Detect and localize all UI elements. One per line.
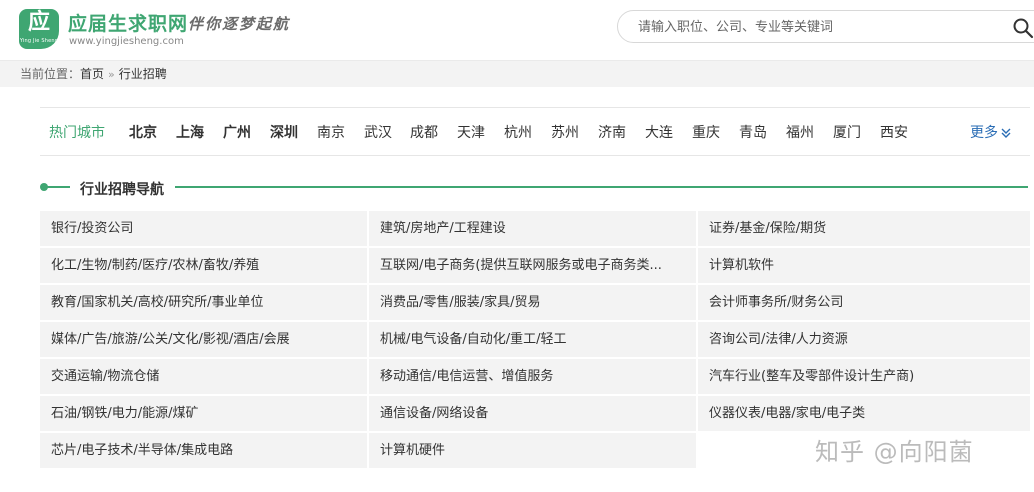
city-link[interactable]: 南京 <box>317 122 345 142</box>
logo-glyph: 应 <box>27 10 50 35</box>
city-link[interactable]: 苏州 <box>551 122 579 142</box>
logo-icon[interactable]: 应 Ying Jie Sheng <box>19 9 59 49</box>
city-link[interactable]: 广州 <box>223 122 251 142</box>
industry-link[interactable]: 互联网/电子商务(提供互联网服务或电子商务类... <box>369 248 696 283</box>
city-link[interactable]: 青岛 <box>739 122 767 142</box>
section-heading-rule-left <box>46 186 70 188</box>
city-link[interactable]: 杭州 <box>504 122 532 142</box>
city-link[interactable]: 上海 <box>176 122 204 142</box>
industry-link[interactable]: 咨询公司/法律/人力资源 <box>698 322 1030 357</box>
breadcrumb-home-link[interactable]: 首页 <box>80 61 104 88</box>
search-input[interactable] <box>638 17 998 37</box>
section-title: 行业招聘导航 <box>80 182 164 198</box>
industry-link[interactable]: 消费品/零售/服装/家具/贸易 <box>369 285 696 320</box>
industry-link[interactable]: 汽车行业(整车及零部件设计生产商) <box>698 359 1030 394</box>
city-link[interactable]: 西安 <box>880 122 908 142</box>
industry-link[interactable]: 机械/电气设备/自动化/重工/轻工 <box>369 322 696 357</box>
industry-link[interactable]: 移动通信/电信运营、增值服务 <box>369 359 696 394</box>
hot-cities-title: 热门城市 <box>49 125 105 141</box>
hot-cities-bar: 热门城市 北京 上海 广州 深圳 南京 武汉 成都 天津 杭州 苏州 济南 大连… <box>40 107 1030 156</box>
industry-link[interactable]: 计算机软件 <box>698 248 1030 283</box>
search-box <box>617 10 1034 43</box>
industry-link[interactable]: 教育/国家机关/高校/研究所/事业单位 <box>40 285 367 320</box>
industry-link[interactable]: 仪器仪表/电器/家电/电子类 <box>698 396 1030 431</box>
industry-link[interactable]: 计算机硬件 <box>369 433 696 468</box>
city-link[interactable]: 济南 <box>598 122 626 142</box>
logo-name[interactable]: 应届生求职网 <box>68 9 188 36</box>
industry-link[interactable]: 媒体/广告/旅游/公关/文化/影视/酒店/会展 <box>40 322 367 357</box>
city-link[interactable]: 深圳 <box>270 122 298 142</box>
industry-link[interactable]: 银行/投资公司 <box>40 211 367 246</box>
industry-link[interactable]: 交通运输/物流仓储 <box>40 359 367 394</box>
industry-link[interactable]: 石油/钢铁/电力/能源/煤矿 <box>40 396 367 431</box>
site-header: 应 Ying Jie Sheng 应届生求职网 伴你逐梦起航 www.yingj… <box>0 0 1034 60</box>
city-link[interactable]: 厦门 <box>833 122 861 142</box>
more-cities-button[interactable]: 更多 <box>970 122 1012 142</box>
industry-link[interactable]: 芯片/电子技术/半导体/集成电路 <box>40 433 367 468</box>
breadcrumb-separator: » <box>108 68 115 81</box>
city-link[interactable]: 重庆 <box>692 122 720 142</box>
city-link[interactable]: 福州 <box>786 122 814 142</box>
search-icon[interactable] <box>1012 17 1034 39</box>
industry-link[interactable]: 证券/基金/保险/期货 <box>698 211 1030 246</box>
city-link[interactable]: 大连 <box>645 122 673 142</box>
logo-domain: www.yingjiesheng.com <box>69 36 184 47</box>
double-chevron-down-icon <box>1001 128 1011 138</box>
industry-link[interactable]: 通信设备/网络设备 <box>369 396 696 431</box>
more-cities-label: 更多 <box>970 125 998 141</box>
city-link[interactable]: 北京 <box>129 122 157 142</box>
breadcrumb-current: 行业招聘 <box>118 67 167 81</box>
industry-link[interactable]: 化工/生物/制药/医疗/农林/畜牧/养殖 <box>40 248 367 283</box>
logo-small-text: Ying Jie Sheng <box>19 38 59 44</box>
watermark: 知乎 @向阳菌 <box>815 438 974 466</box>
city-link[interactable]: 成都 <box>410 122 438 142</box>
city-link[interactable]: 武汉 <box>364 122 392 142</box>
logo-slogan: 伴你逐梦起航 <box>188 15 291 33</box>
industry-link[interactable]: 建筑/房地产/工程建设 <box>369 211 696 246</box>
city-link[interactable]: 天津 <box>457 122 485 142</box>
section-heading-rule-right <box>175 186 1028 188</box>
breadcrumb-prefix: 当前位置： <box>20 67 81 81</box>
breadcrumb: 当前位置：首页 » 行业招聘 <box>0 60 1034 87</box>
industry-link[interactable]: 会计师事务所/财务公司 <box>698 285 1030 320</box>
